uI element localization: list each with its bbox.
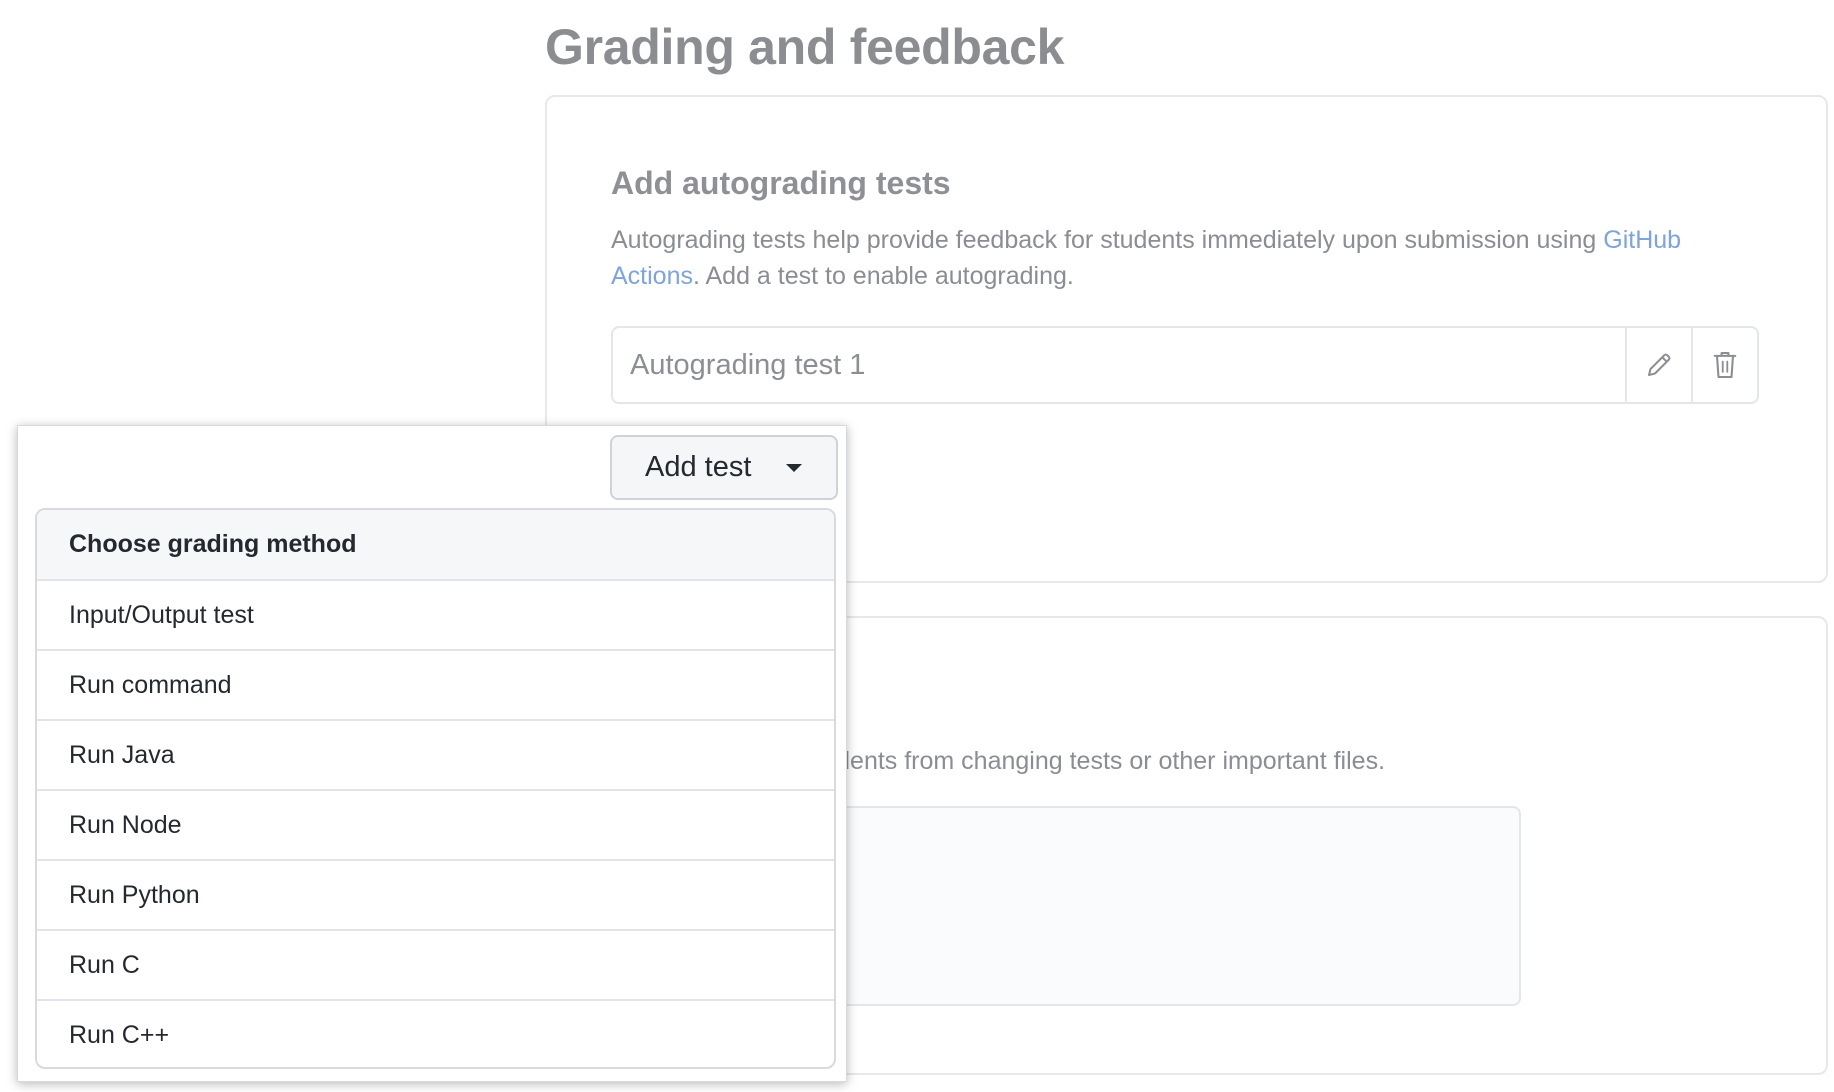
menu-item-input-output-test[interactable]: Input/Output test xyxy=(37,579,834,649)
menu-item-run-node[interactable]: Run Node xyxy=(37,789,834,859)
add-test-label: Add test xyxy=(645,451,752,483)
autograding-heading: Add autograding tests xyxy=(611,165,951,201)
menu-item-run-cpp[interactable]: Run C++ xyxy=(37,999,834,1067)
test-name[interactable]: Autograding test 1 xyxy=(613,328,1625,402)
description-text-end: . Add a test to enable autograding. xyxy=(692,262,1074,290)
add-test-button[interactable]: Add test xyxy=(610,435,838,500)
menu-item-run-java[interactable]: Run Java xyxy=(37,719,834,789)
menu-header: Choose grading method xyxy=(37,510,834,579)
menu-item-run-python[interactable]: Run Python xyxy=(37,859,834,929)
caret-down-icon xyxy=(786,464,802,472)
menu-item-run-c[interactable]: Run C xyxy=(37,929,834,999)
autograding-test-row: Autograding test 1 xyxy=(611,326,1759,404)
page-title: Grading and feedback xyxy=(545,19,1065,75)
grading-method-menu: Choose grading method Input/Output test … xyxy=(35,508,836,1069)
description-text-start: Autograding tests help provide feedback … xyxy=(611,226,1604,254)
pencil-icon xyxy=(1648,353,1671,376)
menu-item-run-command[interactable]: Run command xyxy=(37,649,834,719)
trash-icon xyxy=(1713,351,1737,379)
autograding-description: Autograding tests help provide feedback … xyxy=(611,222,1761,294)
delete-test-button[interactable] xyxy=(1691,328,1757,402)
edit-test-button[interactable] xyxy=(1625,328,1691,402)
